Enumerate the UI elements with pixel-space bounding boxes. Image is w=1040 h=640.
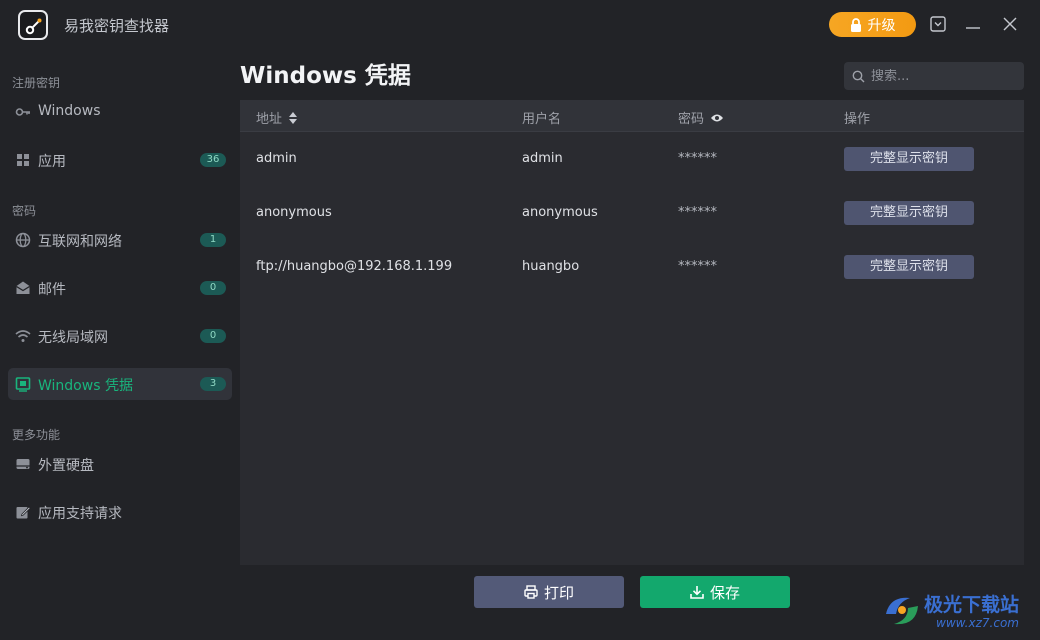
column-header-label: 操作 — [844, 112, 871, 127]
sidebar-item-internet-network[interactable]: 互联网和网络 1 — [8, 224, 232, 256]
count-badge: 1 — [200, 233, 226, 247]
page-title: Windows 凭据 — [240, 63, 411, 89]
sidebar-item-wifi[interactable]: 无线局域网 0 — [8, 320, 232, 352]
sort-icon — [289, 111, 298, 124]
cell-username: admin — [522, 151, 563, 166]
credentials-table: 地址 用户名 密码 操作 admin admin ****** 完整显示密钥 a… — [240, 100, 1024, 565]
sidebar-item-label: Windows — [38, 103, 101, 119]
column-header-username: 用户名 — [522, 108, 561, 127]
sidebar-item-label: 应用 — [38, 154, 66, 170]
sidebar-item-label: 外置硬盘 — [38, 458, 94, 474]
count-badge: 3 — [200, 377, 226, 391]
column-header-label: 地址 — [256, 112, 283, 127]
show-full-key-button[interactable]: 完整显示密钥 — [844, 255, 974, 279]
title-bar: 易我密钥查找器 升级 — [0, 0, 1040, 52]
column-header-password: 密码 — [678, 108, 724, 127]
print-label: 打印 — [543, 583, 574, 602]
cell-username: anonymous — [522, 205, 598, 220]
cell-password: ****** — [678, 205, 717, 220]
search-input[interactable] — [871, 68, 1011, 84]
count-badge: 0 — [200, 281, 226, 295]
watermark-logo-icon — [886, 597, 918, 625]
column-header-action: 操作 — [844, 108, 870, 127]
sidebar-item-app-support-request[interactable]: 应用支持请求 — [8, 496, 232, 528]
cell-address: ftp://huangbo@192.168.1.199 — [256, 259, 453, 274]
menu-dropdown-button[interactable] — [928, 14, 948, 34]
edit-request-icon — [16, 506, 31, 519]
close-button[interactable] — [1000, 14, 1020, 34]
sidebar-item-label: Windows 凭据 — [38, 378, 133, 394]
cell-password: ****** — [678, 151, 717, 166]
sidebar-item-windows[interactable]: Windows — [8, 96, 232, 128]
count-badge: 36 — [200, 153, 226, 167]
app-logo-icon — [18, 10, 48, 40]
column-header-label: 用户名 — [522, 112, 562, 127]
apps-grid-icon — [17, 154, 29, 166]
upgrade-label: 升级 — [867, 17, 896, 34]
column-header-label: 密码 — [678, 112, 705, 127]
show-full-key-button[interactable]: 完整显示密钥 — [844, 201, 974, 225]
download-icon — [690, 586, 704, 599]
mail-icon — [16, 281, 30, 294]
dropdown-square-icon — [930, 16, 946, 32]
credential-icon — [15, 377, 31, 392]
watermark-url: www.xz7.com — [936, 616, 1019, 630]
sidebar-item-label: 应用支持请求 — [38, 506, 122, 522]
cell-address: admin — [256, 151, 297, 166]
table-header: 地址 用户名 密码 操作 — [240, 100, 1024, 132]
sidebar-item-label: 互联网和网络 — [38, 234, 122, 250]
print-button[interactable]: 打印 — [474, 576, 624, 608]
cell-address: anonymous — [256, 205, 332, 220]
minimize-button[interactable] — [963, 14, 983, 34]
section-label-registration-keys: 注册密钥 — [12, 76, 61, 90]
printer-icon — [524, 585, 538, 599]
watermark-text: 极光下载站 — [924, 594, 1020, 616]
upgrade-button[interactable]: 升级 — [829, 12, 916, 37]
close-icon — [1003, 17, 1017, 31]
search-icon — [852, 70, 865, 82]
sidebar-item-mail[interactable]: 邮件 0 — [8, 272, 232, 304]
key-icon — [15, 108, 30, 116]
sidebar-item-external-drive[interactable]: 外置硬盘 — [8, 448, 232, 480]
table-row: anonymous anonymous ****** 完整显示密钥 — [240, 186, 1024, 240]
cell-password: ****** — [678, 259, 717, 274]
sidebar-item-label: 无线局域网 — [38, 330, 108, 346]
sidebar-item-label: 邮件 — [38, 282, 66, 298]
sidebar-item-apps[interactable]: 应用 36 — [8, 144, 232, 176]
globe-icon — [15, 232, 31, 248]
wifi-icon — [15, 330, 31, 342]
save-button[interactable]: 保存 — [640, 576, 790, 608]
hard-drive-icon — [16, 459, 30, 469]
show-full-key-button[interactable]: 完整显示密钥 — [844, 147, 974, 171]
app-title: 易我密钥查找器 — [64, 17, 170, 35]
save-label: 保存 — [709, 583, 740, 602]
cell-username: huangbo — [522, 259, 580, 274]
minimize-icon — [966, 27, 980, 29]
sidebar: 注册密钥 Windows 应用 36 密码 互联网和网络 1 邮件 0 无线局域… — [0, 52, 240, 640]
section-label-passwords: 密码 — [12, 204, 37, 218]
search-box[interactable] — [844, 62, 1024, 90]
eye-icon[interactable] — [710, 113, 724, 123]
section-label-more-features: 更多功能 — [12, 428, 61, 442]
lock-icon — [850, 17, 861, 32]
watermark: 极光下载站 www.xz7.com — [880, 586, 1036, 636]
table-row: admin admin ****** 完整显示密钥 — [240, 132, 1024, 186]
count-badge: 0 — [200, 329, 226, 343]
table-row: ftp://huangbo@192.168.1.199 huangbo ****… — [240, 240, 1024, 294]
sidebar-item-windows-credentials[interactable]: Windows 凭据 3 — [8, 368, 232, 400]
column-header-address[interactable]: 地址 — [256, 108, 298, 127]
